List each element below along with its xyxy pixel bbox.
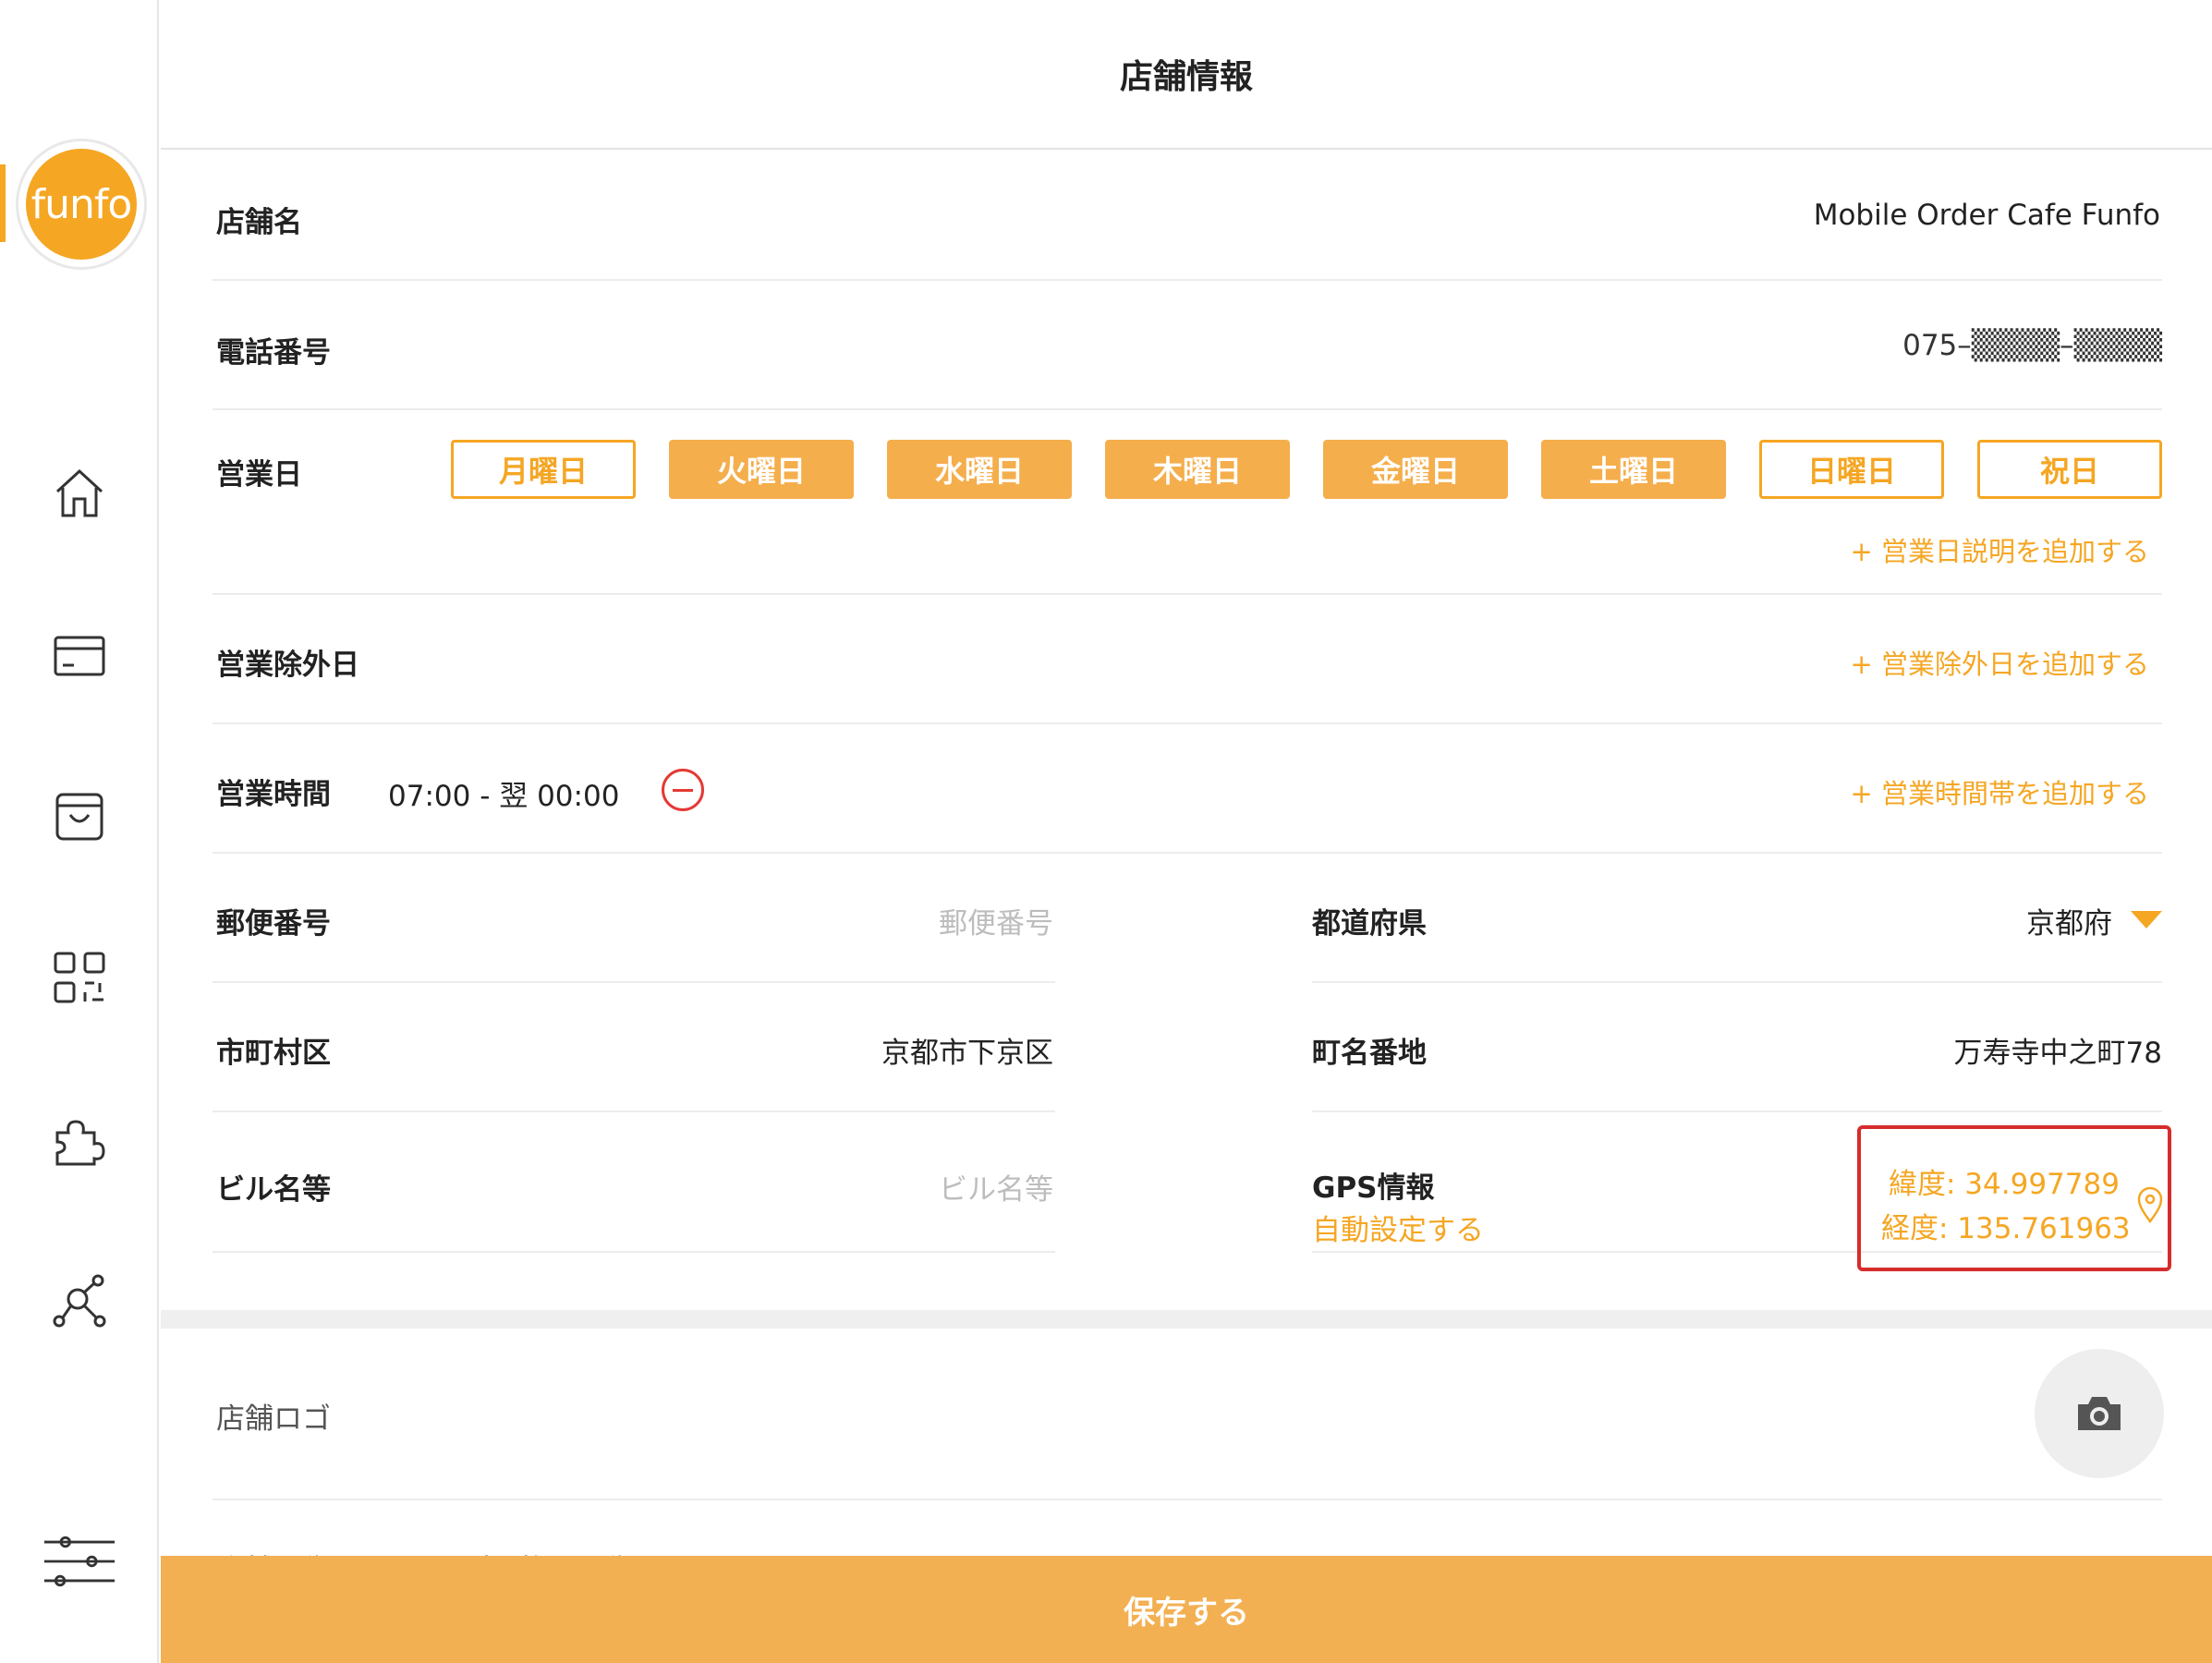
day-tuesday[interactable]: 火曜日 (669, 440, 854, 499)
puzzle-icon[interactable] (46, 1107, 113, 1173)
city-label: 市町村区 (216, 1037, 331, 1070)
sliders-icon[interactable] (41, 1528, 118, 1595)
building-row[interactable]: ビル名等 ビル名等 (213, 1112, 1055, 1253)
business-hours-row: 営業時間 07:00 - 翌 00:00 + 営業時間帯を追加する (213, 724, 2162, 854)
day-monday[interactable]: 月曜日 (451, 440, 636, 499)
building-label: ビル名等 (216, 1173, 331, 1207)
day-saturday[interactable]: 土曜日 (1541, 440, 1726, 499)
phone-value[interactable]: 075–▒▒▒▒–▒▒▒▒ (1902, 329, 2162, 362)
latitude-value: 緯度: 34.997789 (1889, 1168, 2120, 1201)
city-value[interactable]: 京都市下京区 (881, 1029, 1053, 1071)
add-closed-day-link[interactable]: + 営業除外日を追加する (1850, 643, 2149, 682)
prefecture-value[interactable]: 京都府 (2026, 900, 2112, 941)
add-hours-link[interactable]: + 営業時間帯を追加する (1850, 772, 2149, 811)
sidebar: funfo (0, 0, 159, 1663)
day-holiday[interactable]: 祝日 (1977, 440, 2162, 499)
remove-hours-icon[interactable] (662, 769, 704, 811)
add-business-day-description-link[interactable]: + 営業日説明を追加する (1850, 530, 2149, 569)
store-name-label: 店舗名 (216, 206, 302, 239)
day-friday[interactable]: 金曜日 (1323, 440, 1508, 499)
qr-code-icon[interactable] (46, 944, 113, 1011)
day-sunday[interactable]: 日曜日 (1759, 440, 1944, 499)
business-days-row: 営業日 + 営業日説明を追加する (213, 410, 2162, 595)
building-input[interactable]: ビル名等 (939, 1166, 1053, 1208)
business-hours-label: 営業時間 (216, 778, 331, 811)
store-name-row[interactable]: 店舗名 Mobile Order Cafe Funfo (213, 150, 2162, 281)
phone-row[interactable]: 電話番号 075–▒▒▒▒–▒▒▒▒ (213, 281, 2162, 410)
business-days-label: 営業日 (216, 458, 302, 492)
postal-row[interactable]: 郵便番号 郵便番号 (213, 854, 1055, 983)
gps-label: GPS情報 (1312, 1171, 1435, 1205)
business-hours-value[interactable]: 07:00 - 翌 00:00 (388, 772, 619, 814)
postal-label: 郵便番号 (216, 907, 331, 941)
home-icon[interactable] (46, 460, 113, 527)
prefecture-row[interactable]: 都道府県 京都府 (1312, 854, 2162, 983)
prefecture-label: 都道府県 (1312, 907, 1427, 941)
day-wednesday[interactable]: 水曜日 (887, 440, 1072, 499)
longitude-value: 経度: 135.761963 (1881, 1212, 2131, 1245)
closed-days-label: 営業除外日 (216, 649, 359, 682)
phone-label: 電話番号 (216, 336, 331, 370)
city-row[interactable]: 市町村区 京都市下京区 (213, 983, 1055, 1112)
day-thursday[interactable]: 木曜日 (1105, 440, 1290, 499)
street-row[interactable]: 町名番地 万寿寺中之町78 (1312, 983, 2162, 1112)
street-value[interactable]: 万寿寺中之町78 (1954, 1029, 2162, 1071)
postal-input[interactable]: 郵便番号 (939, 900, 1053, 941)
save-button[interactable]: 保存する (161, 1556, 2212, 1663)
gps-highlight-box: 緯度: 34.997789 経度: 135.761963 (1857, 1125, 2171, 1271)
section-divider (161, 1310, 2212, 1329)
location-pin-icon[interactable] (2136, 1186, 2164, 1223)
save-button-label: 保存する (1124, 1594, 1249, 1632)
upload-logo-button[interactable] (2035, 1349, 2164, 1478)
chevron-down-icon[interactable] (2131, 911, 2162, 929)
store-logo-label: 店舗ロゴ (216, 1402, 331, 1436)
main-content: 店舗情報 店舗名 Mobile Order Cafe Funfo 電話番号 07… (161, 0, 2212, 1663)
bag-icon[interactable] (46, 783, 113, 850)
page-title: 店舗情報 (1119, 58, 1253, 96)
page-header: 店舗情報 (161, 0, 2212, 150)
card-icon[interactable] (46, 623, 113, 689)
camera-icon (2078, 1397, 2121, 1430)
active-indicator (0, 164, 6, 242)
store-logo-row: 店舗ロゴ (213, 1329, 2162, 1500)
gps-auto-set-link[interactable]: 自動設定する (1312, 1207, 1484, 1248)
logo-button[interactable]: funfo (16, 139, 147, 270)
closed-days-row: 営業除外日 + 営業除外日を追加する (213, 595, 2162, 724)
network-icon[interactable] (46, 1268, 113, 1334)
logo: funfo (26, 149, 137, 260)
street-label: 町名番地 (1312, 1037, 1427, 1070)
store-name-value[interactable]: Mobile Order Cafe Funfo (1814, 199, 2160, 232)
app-root: funfo 店舗情報 店舗名 Mobile Order Cafe Funfo 電… (0, 0, 2212, 1663)
